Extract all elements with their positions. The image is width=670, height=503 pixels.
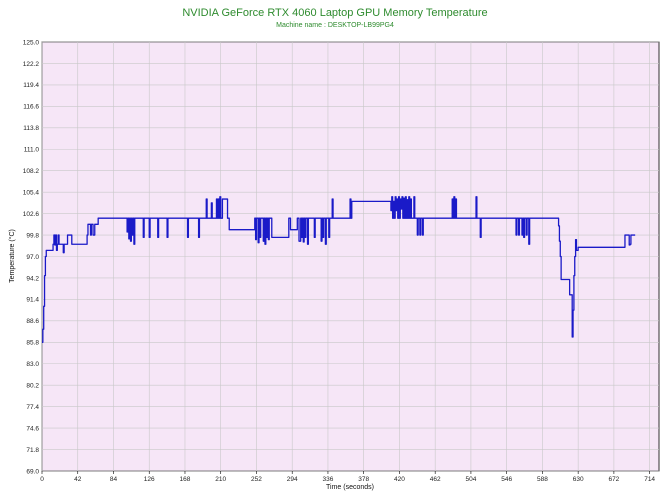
y-tick-label: 71.8 — [26, 447, 39, 454]
chart-title: NVIDIA GeForce RTX 4060 Laptop GPU Memor… — [182, 7, 487, 19]
y-tick-label: 122.2 — [23, 61, 40, 68]
y-axis-label: Temperature (°C) — [8, 229, 16, 283]
y-tick-label: 102.6 — [23, 211, 40, 218]
y-tick-label: 119.4 — [23, 82, 39, 89]
x-tick-label: 378 — [358, 476, 369, 483]
y-tick-label: 83.0 — [26, 361, 39, 368]
y-tick-label: 105.4 — [23, 189, 40, 196]
x-tick-label: 420 — [394, 476, 405, 483]
x-tick-label: 546 — [501, 476, 512, 483]
x-tick-label: 294 — [287, 476, 298, 483]
y-tick-label: 88.6 — [26, 318, 39, 325]
x-tick-label: 210 — [215, 476, 226, 483]
chart-subtitle: Machine name : DESKTOP-LB99PG4 — [276, 22, 394, 29]
y-tick-label: 108.2 — [23, 168, 40, 175]
x-tick-label: 462 — [430, 476, 441, 483]
y-tick-label: 91.4 — [26, 297, 39, 304]
y-tick-label: 80.2 — [26, 383, 39, 390]
x-tick-label: 252 — [251, 476, 262, 483]
x-axis-ticks: 0 42 84 126 168 210 252 294 336 378 420 462 504 546 58… — [40, 471, 655, 483]
x-tick-label: 0 — [40, 476, 44, 483]
x-tick-label: 630 — [573, 476, 584, 483]
y-tick-label: 85.8 — [26, 340, 39, 347]
y-axis-ticks: 125.0 122.2 119.4 116.6 113.8 111.0 108.2 105.4… — [23, 39, 40, 475]
x-tick-label: 588 — [537, 476, 548, 483]
y-tick-label: 74.6 — [26, 425, 39, 432]
x-axis-label: Time (seconds) — [326, 484, 374, 491]
x-tick-label: 336 — [323, 476, 334, 483]
x-tick-label: 714 — [644, 476, 655, 483]
x-tick-label: 84 — [110, 476, 118, 483]
y-tick-label: 97.0 — [26, 254, 39, 261]
grid-lines — [41, 41, 659, 472]
x-tick-label: 168 — [180, 476, 191, 483]
y-tick-label: 125.0 — [23, 39, 40, 46]
y-tick-label: 116.6 — [23, 104, 39, 111]
y-tick-label: 99.8 — [26, 232, 39, 239]
y-tick-label: 77.4 — [26, 404, 39, 411]
x-tick-label: 672 — [608, 476, 619, 483]
x-tick-label: 126 — [144, 476, 155, 483]
y-tick-label: 69.0 — [26, 468, 39, 475]
y-tick-label: 94.2 — [26, 275, 39, 282]
x-tick-label: 504 — [465, 476, 476, 483]
x-tick-label: 42 — [74, 476, 82, 483]
y-tick-label: 113.8 — [23, 125, 39, 132]
y-tick-label: 111.0 — [24, 147, 40, 154]
memory-temperature-chart: NVIDIA GeForce RTX 4060 Laptop GPU Memor… — [8, 7, 660, 491]
